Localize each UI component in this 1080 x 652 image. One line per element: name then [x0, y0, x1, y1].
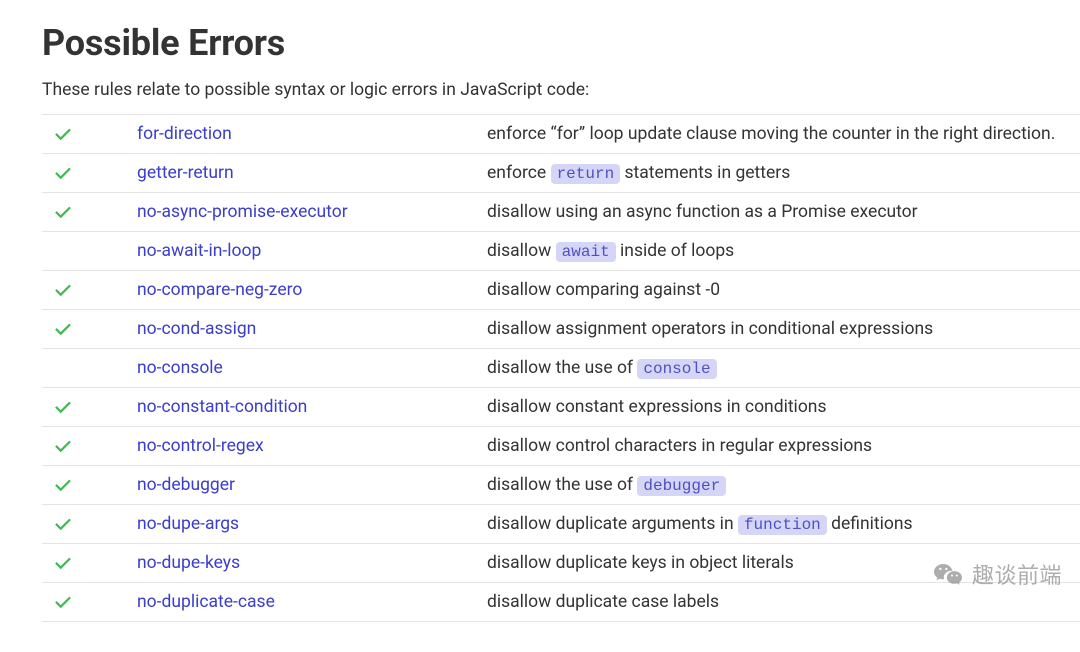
check-icon: [54, 397, 72, 417]
rule-link[interactable]: for-direction: [137, 124, 232, 144]
rule-link[interactable]: no-constant-condition: [137, 397, 307, 417]
recommended-cell: [42, 505, 137, 544]
rule-description: disallow duplicate arguments in function…: [487, 505, 1080, 544]
table-row: no-dupe-args disallow duplicate arguments…: [42, 505, 1080, 544]
rule-link[interactable]: no-debugger: [137, 475, 235, 495]
recommended-cell: [42, 583, 137, 622]
rule-name-cell: no-cond-assign: [137, 310, 487, 349]
wechat-icon: [932, 558, 964, 590]
recommended-cell: [42, 310, 137, 349]
rule-link[interactable]: no-duplicate-case: [137, 592, 275, 612]
recommended-cell: [42, 349, 137, 388]
rule-link[interactable]: no-compare-neg-zero: [137, 280, 302, 300]
rule-name-cell: no-async-promise-executor: [137, 193, 487, 232]
rule-description: disallow assignment operators in conditi…: [487, 310, 1080, 349]
table-row: no-control-regex disallow control charact…: [42, 427, 1080, 466]
check-icon: [54, 163, 72, 183]
page-heading: Possible Errors: [42, 22, 1080, 64]
recommended-cell: [42, 427, 137, 466]
watermark-text: 趣谈前端: [972, 558, 1062, 590]
check-icon: [54, 280, 72, 300]
rule-name-cell: for-direction: [137, 115, 487, 154]
rule-description: disallow using an async function as a Pr…: [487, 193, 1080, 232]
recommended-cell: [42, 271, 137, 310]
rule-name-cell: no-constant-condition: [137, 388, 487, 427]
code-keyword: await: [556, 242, 616, 262]
recommended-cell: [42, 232, 137, 271]
table-row: no-async-promise-executor disallow using …: [42, 193, 1080, 232]
table-row: for-direction enforce “for” loop update c…: [42, 115, 1080, 154]
rule-name-cell: no-compare-neg-zero: [137, 271, 487, 310]
section-lead: These rules relate to possible syntax or…: [42, 80, 1080, 100]
table-row: no-cond-assign disallow assignment operat…: [42, 310, 1080, 349]
table-row: no-compare-neg-zero disallow comparing ag…: [42, 271, 1080, 310]
recommended-cell: [42, 466, 137, 505]
rule-link[interactable]: no-control-regex: [137, 436, 264, 456]
check-icon: [54, 514, 72, 534]
rule-name-cell: no-dupe-keys: [137, 544, 487, 583]
rule-link[interactable]: no-await-in-loop: [137, 241, 261, 261]
rule-name-cell: getter-return: [137, 154, 487, 193]
recommended-cell: [42, 193, 137, 232]
check-icon: [54, 436, 72, 456]
code-keyword: function: [738, 515, 827, 535]
table-row: no-constant-condition disallow constant e…: [42, 388, 1080, 427]
check-icon: [54, 124, 72, 144]
check-icon: [54, 475, 72, 495]
rule-description: disallow control characters in regular e…: [487, 427, 1080, 466]
rule-description: disallow the use of debugger: [487, 466, 1080, 505]
table-row: no-console disallow the use of console: [42, 349, 1080, 388]
code-keyword: return: [551, 164, 621, 184]
check-icon: [54, 202, 72, 222]
rule-link[interactable]: no-cond-assign: [137, 319, 256, 339]
table-row: no-debugger disallow the use of debugger: [42, 466, 1080, 505]
check-icon: [54, 319, 72, 339]
rule-description: disallow comparing against -0: [487, 271, 1080, 310]
recommended-cell: [42, 115, 137, 154]
recommended-cell: [42, 388, 137, 427]
rule-name-cell: no-console: [137, 349, 487, 388]
watermark: 趣谈前端: [932, 558, 1062, 590]
rule-name-cell: no-dupe-args: [137, 505, 487, 544]
check-icon: [54, 553, 72, 573]
recommended-cell: [42, 154, 137, 193]
rule-link[interactable]: getter-return: [137, 163, 234, 183]
rule-description: disallow constant expressions in conditi…: [487, 388, 1080, 427]
recommended-cell: [42, 544, 137, 583]
check-icon: [54, 592, 72, 612]
rule-name-cell: no-await-in-loop: [137, 232, 487, 271]
rule-description: disallow the use of console: [487, 349, 1080, 388]
rule-description: enforce “for” loop update clause moving …: [487, 115, 1080, 154]
rule-link[interactable]: no-dupe-keys: [137, 553, 240, 573]
table-row: no-await-in-loop disallow await inside of…: [42, 232, 1080, 271]
rule-link[interactable]: no-dupe-args: [137, 514, 239, 534]
rule-name-cell: no-debugger: [137, 466, 487, 505]
code-keyword: debugger: [637, 476, 726, 496]
table-row: no-duplicate-casedisallow duplicate case…: [42, 583, 1080, 622]
table-row: getter-return enforce return statements i…: [42, 154, 1080, 193]
rule-name-cell: no-duplicate-case: [137, 583, 487, 622]
table-row: no-dupe-keysdisallow duplicate keys in o…: [42, 544, 1080, 583]
rule-link[interactable]: no-async-promise-executor: [137, 202, 348, 222]
rule-name-cell: no-control-regex: [137, 427, 487, 466]
rule-description: enforce return statements in getters: [487, 154, 1080, 193]
rules-table: for-direction enforce “for” loop update c…: [42, 114, 1080, 622]
code-keyword: console: [637, 359, 716, 379]
rule-link[interactable]: no-console: [137, 358, 223, 378]
rule-description: disallow await inside of loops: [487, 232, 1080, 271]
